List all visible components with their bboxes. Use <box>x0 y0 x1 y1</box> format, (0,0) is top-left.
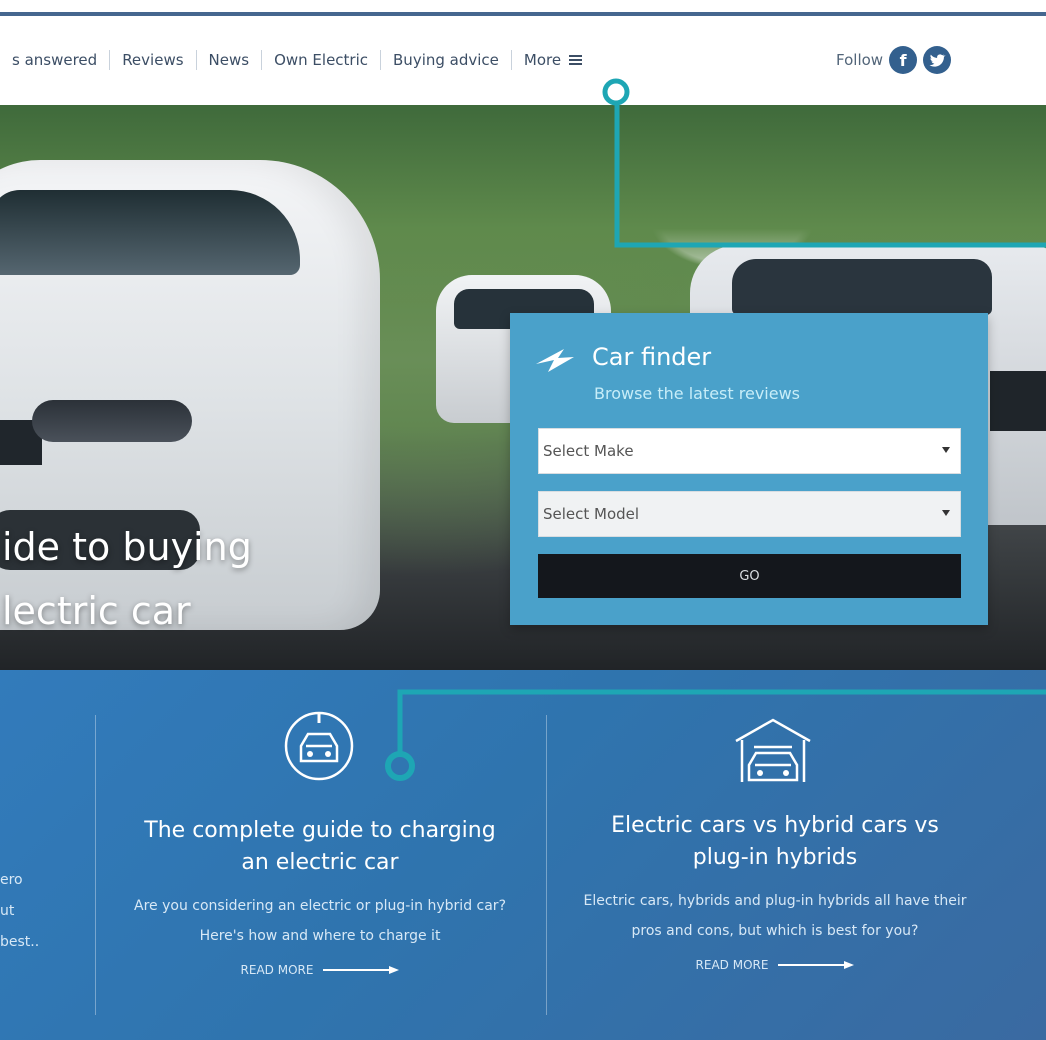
select-model-dropdown[interactable]: Select Model <box>538 491 961 537</box>
select-make-dropdown[interactable]: Select Make <box>538 428 961 474</box>
connector-node-top <box>602 78 630 106</box>
article-card-charging[interactable]: The complete guide to charging an electr… <box>130 815 510 977</box>
select-model-value: Select Model <box>543 505 640 523</box>
article-description: Are you considering an electric or plug-… <box>134 898 506 944</box>
right-arrow-icon <box>778 960 855 970</box>
lightning-icon <box>534 346 576 380</box>
article-card-comparison[interactable]: Electric cars vs hybrid cars vs plug-in … <box>580 810 970 972</box>
article-description: Electric cars, hybrids and plug-in hybri… <box>583 893 967 939</box>
car-finder-subtitle: Browse the latest reviews <box>594 384 800 403</box>
dropdown-arrow-icon <box>942 447 950 453</box>
garage-car-icon <box>731 716 815 786</box>
car-finder-title: Car finder <box>592 343 712 371</box>
article-title[interactable]: The complete guide to charging an electr… <box>130 815 510 879</box>
right-arrow-icon <box>323 965 400 975</box>
dropdown-arrow-icon <box>942 510 950 516</box>
charging-car-icon <box>280 707 358 785</box>
car-finder-panel: Car finder Browse the latest reviews Sel… <box>510 313 988 625</box>
connector-node-bottom <box>385 751 415 781</box>
read-more-link[interactable]: READ MORE <box>130 963 510 977</box>
read-more-link[interactable]: READ MORE <box>580 958 970 972</box>
read-more-label: READ MORE <box>240 963 314 977</box>
page: { "nav": { "items": ["s answered", "Revi… <box>0 0 1046 1040</box>
read-more-label: READ MORE <box>695 958 769 972</box>
select-make-value: Select Make <box>543 442 634 460</box>
article-title[interactable]: Electric cars vs hybrid cars vs plug-in … <box>580 810 970 874</box>
go-button[interactable]: GO <box>538 554 961 598</box>
